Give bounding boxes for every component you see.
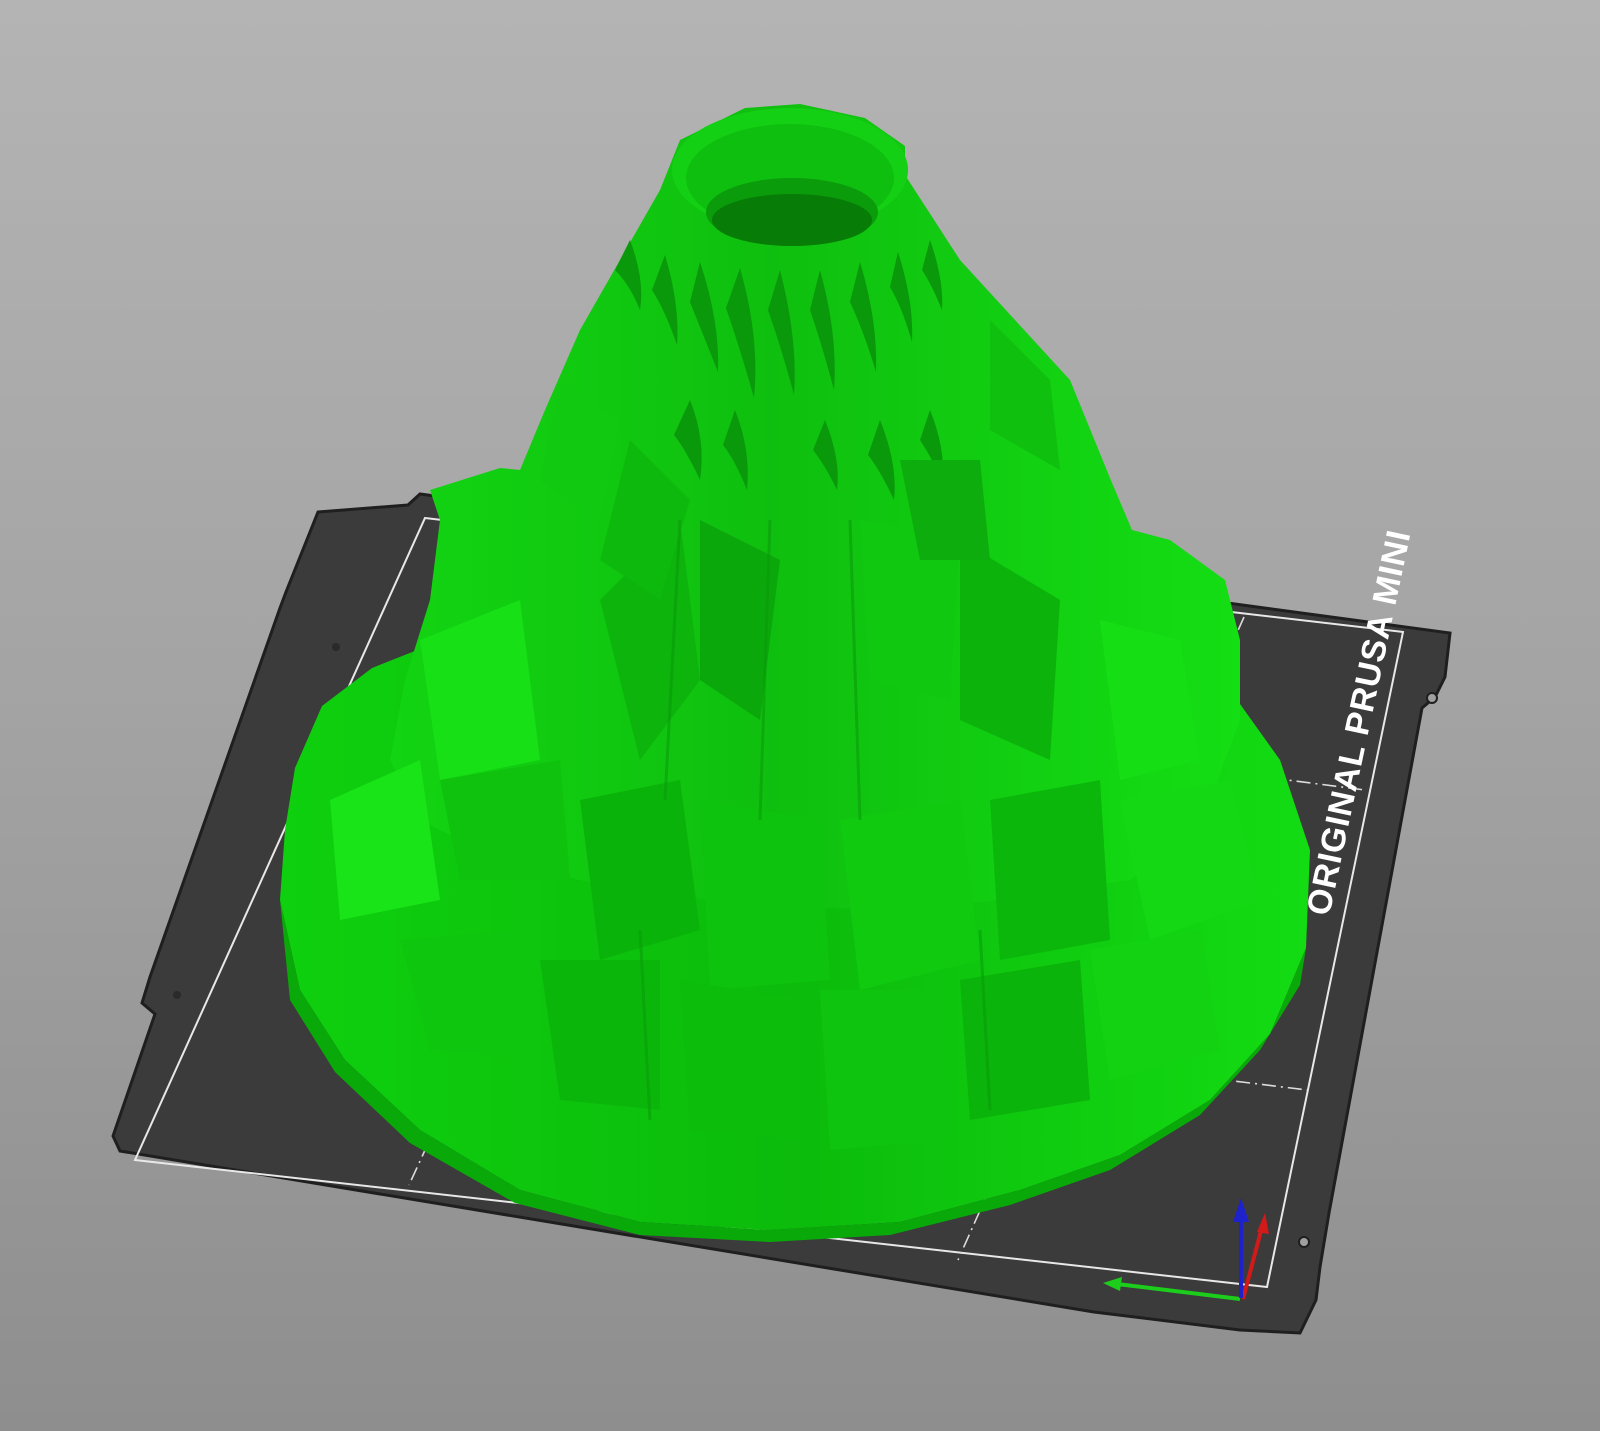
bed-mount-hole [173,991,181,999]
3d-viewport[interactable]: ORIGINAL PRUSA MINI [0,0,1600,1431]
bed-mount-hole [1426,692,1438,704]
bed-mount-hole [1298,1236,1310,1248]
model-crater-inner [712,194,872,246]
scene-canvas[interactable]: ORIGINAL PRUSA MINI [0,0,1600,1431]
bed-mount-hole [332,643,340,651]
model-volcano[interactable] [280,104,1310,1242]
